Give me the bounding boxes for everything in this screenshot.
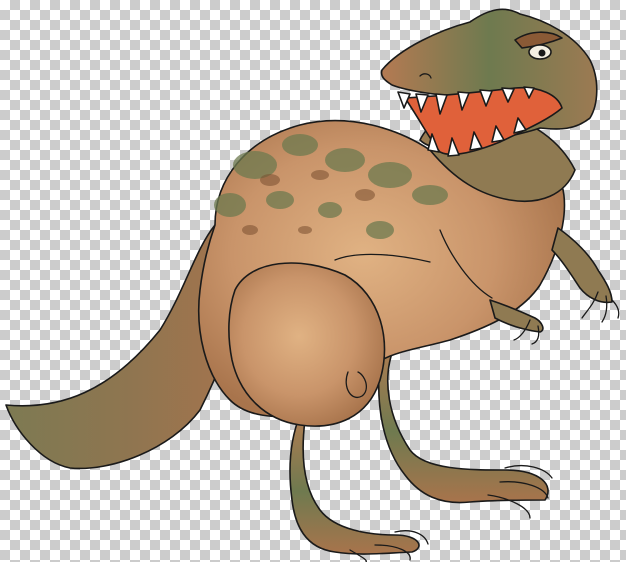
pupil: [538, 49, 546, 57]
arm: [551, 227, 613, 304]
image-canvas: [0, 0, 626, 562]
back-leg: [377, 344, 549, 504]
t-rex-illustration: [5, 8, 620, 562]
